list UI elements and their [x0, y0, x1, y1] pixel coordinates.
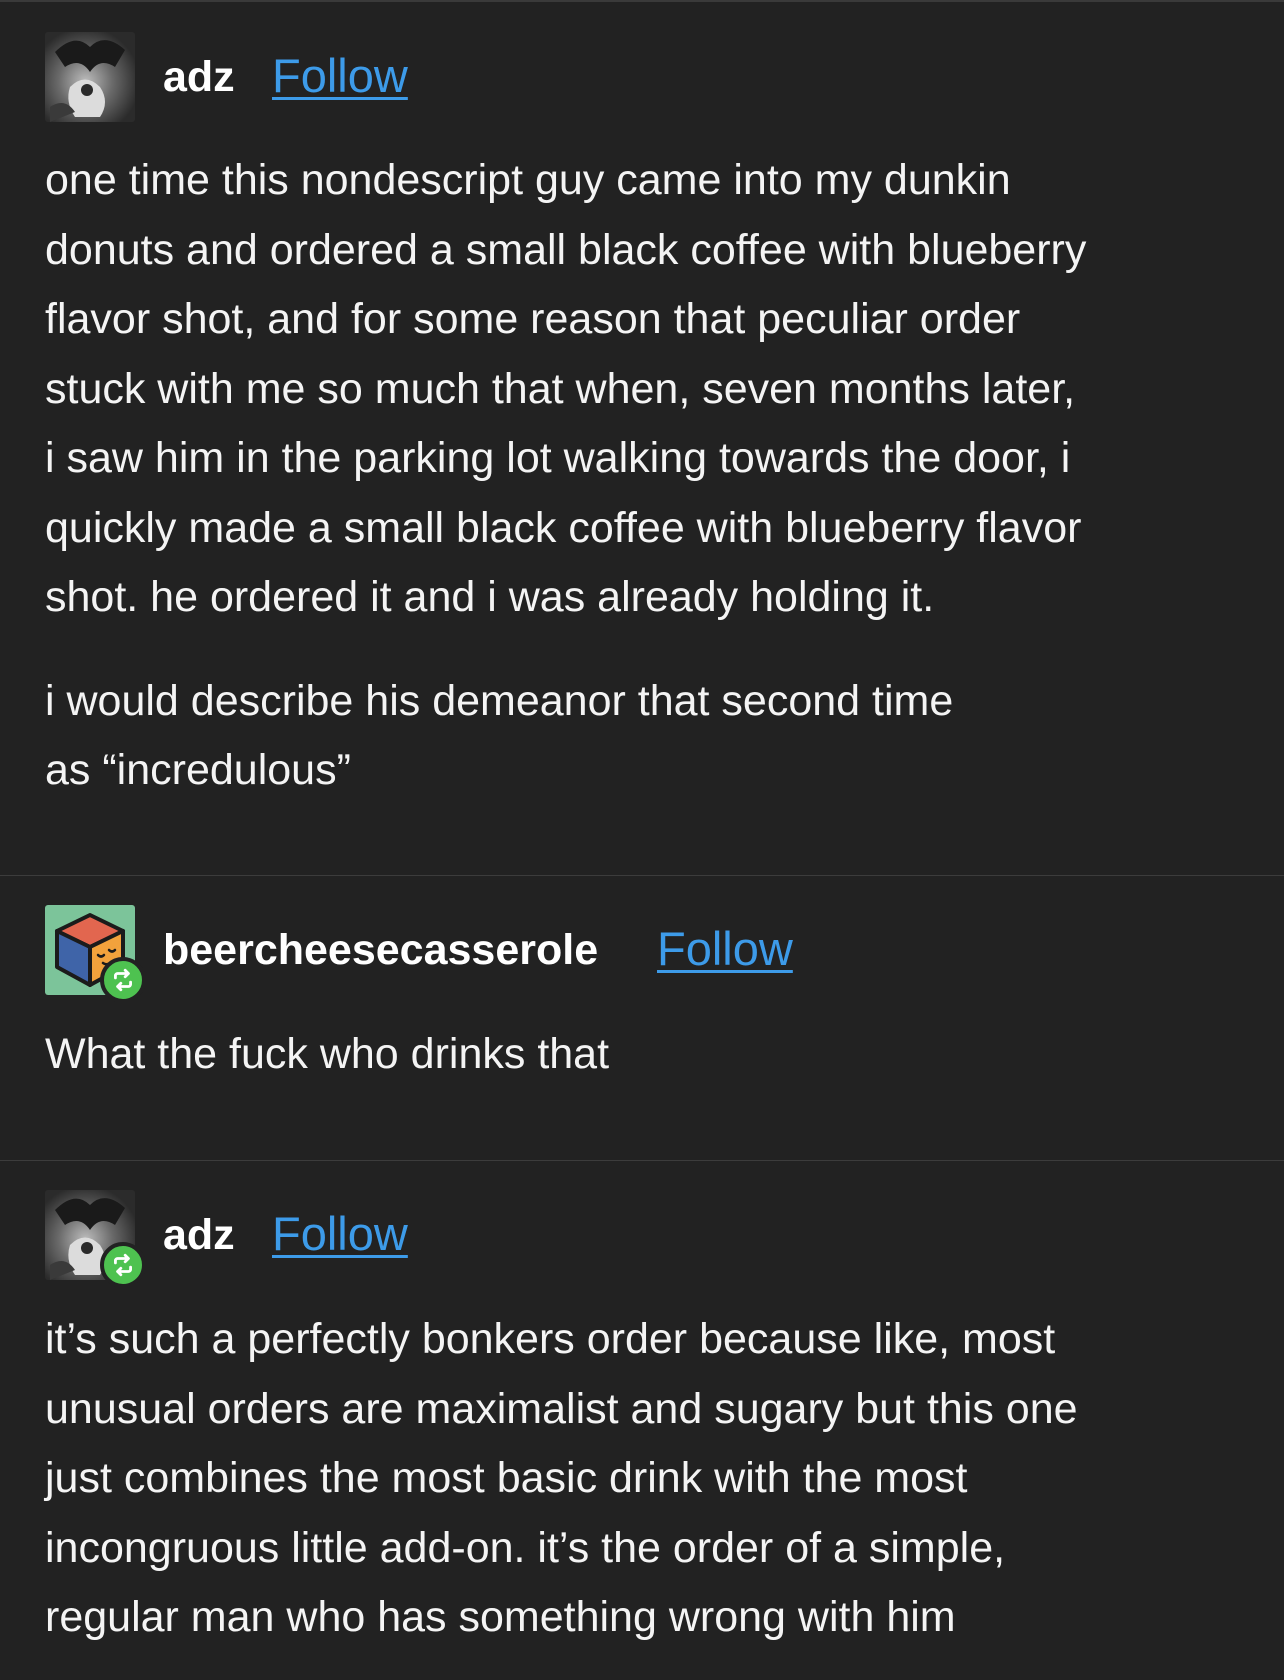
avatar[interactable] [45, 905, 146, 1003]
post-body: it’s such a perfectly bonkers order beca… [45, 1305, 1245, 1653]
username[interactable]: adz [163, 54, 235, 100]
avatar[interactable] [45, 32, 135, 122]
text-line: it’s such a perfectly bonkers order beca… [45, 1315, 1056, 1363]
post-paragraph: i would describe his demeanor that secon… [45, 667, 1245, 806]
reblog-badge [100, 1242, 146, 1288]
text-line: regular man who has something wrong with… [45, 1593, 956, 1641]
dark-illustration-avatar-icon [45, 32, 135, 122]
text-line: What the fuck who drinks that [45, 1030, 610, 1078]
username[interactable]: adz [163, 1212, 235, 1258]
post-paragraph: What the fuck who drinks that [45, 1020, 1245, 1090]
text-line: quickly made a small black coffee with b… [45, 503, 1082, 552]
text-line: as “incredulous” [45, 746, 351, 794]
post-paragraph: it’s such a perfectly bonkers order beca… [45, 1305, 1245, 1653]
reblog-icon [114, 1253, 132, 1277]
post-body: one time this nondescript guy came into … [45, 146, 1245, 806]
avatar[interactable] [45, 1190, 146, 1288]
text-line: just combines the most basic drink with … [45, 1454, 968, 1502]
post-divider [0, 1160, 1284, 1161]
text-line: stuck with me so much that when, seven m… [45, 364, 1076, 413]
follow-button[interactable]: Follow [272, 1208, 408, 1260]
text-line: flavor shot, and for some reason that pe… [45, 295, 1021, 343]
text-line: unusual orders are maximalist and sugary… [45, 1384, 1078, 1433]
text-line: shot. he ordered it and i was already ho… [45, 573, 935, 621]
follow-button[interactable]: Follow [272, 50, 408, 102]
text-line: i saw him in the parking lot walking tow… [45, 434, 1071, 482]
text-line: incongruous little add-on. it’s the orde… [45, 1523, 1006, 1572]
reblog-badge [100, 957, 146, 1003]
reblog-icon [114, 968, 132, 992]
top-border [0, 0, 1284, 2]
post-body: What the fuck who drinks that [45, 1020, 1245, 1090]
text-line: donuts and ordered a small black coffee … [45, 225, 1087, 274]
post-divider [0, 875, 1284, 876]
text-line: i would describe his demeanor that secon… [45, 676, 954, 725]
follow-button[interactable]: Follow [657, 923, 793, 975]
username[interactable]: beercheesecasserole [163, 927, 598, 973]
post-paragraph: one time this nondescript guy came into … [45, 146, 1245, 633]
text-line: one time this nondescript guy came into … [45, 156, 1011, 204]
